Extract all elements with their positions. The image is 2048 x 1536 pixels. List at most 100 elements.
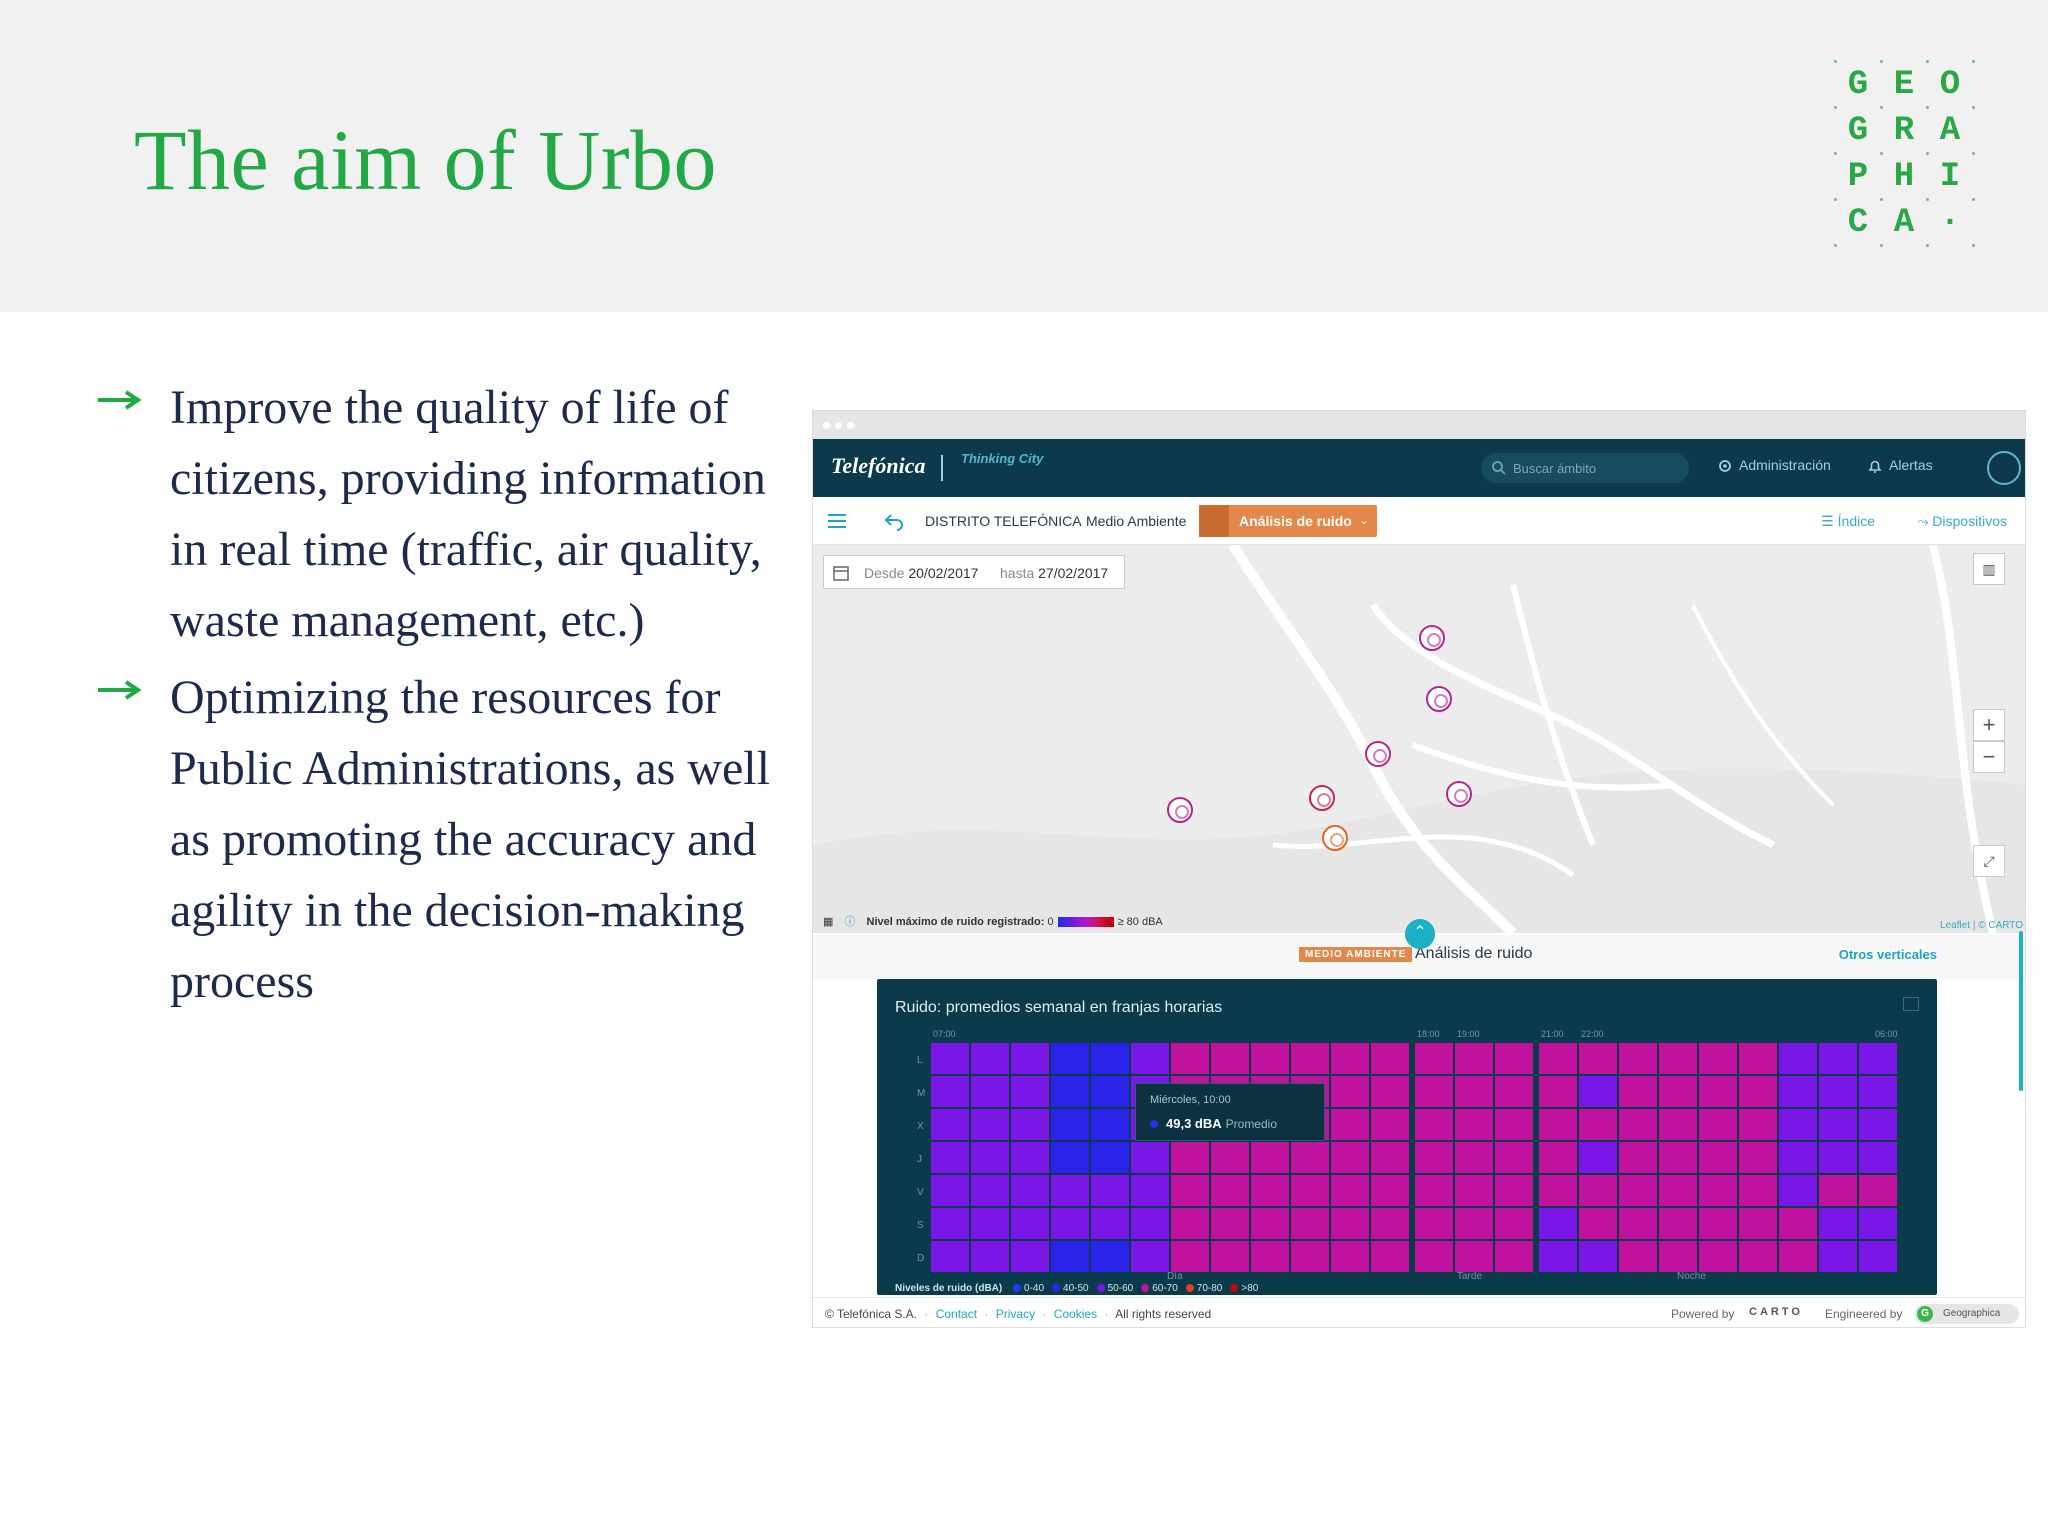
heatmap-cell[interactable] [1455,1208,1493,1239]
heatmap-cell[interactable] [1171,1241,1209,1272]
fullscreen-icon[interactable]: ⤢ [1973,845,2005,877]
telefonica-logo[interactable]: Telefónica [831,453,926,479]
heatmap-cell[interactable] [1859,1109,1897,1140]
map-attribution[interactable]: Leaflet | © CARTO [1940,920,2023,931]
heatmap-cell[interactable] [1051,1043,1089,1074]
heatmap-cell[interactable] [1699,1208,1737,1239]
heatmap-cell[interactable] [1415,1109,1453,1140]
heatmap-cell[interactable] [1091,1241,1129,1272]
heatmap-cell[interactable] [1011,1175,1049,1206]
heatmap-cell[interactable] [1579,1109,1617,1140]
heatmap-cell[interactable] [1739,1208,1777,1239]
heatmap-cell[interactable] [1779,1208,1817,1239]
heatmap-cell[interactable] [1211,1043,1249,1074]
calendar-icon[interactable]: ▦ [823,916,833,928]
date-range-filter[interactable]: Desde 20/02/2017 hasta 27/02/2017 [823,555,1125,589]
heatmap-cell[interactable] [1091,1208,1129,1239]
footer-cookies-link[interactable]: Cookies [1054,1307,1097,1321]
heatmap-cell[interactable] [1659,1076,1697,1107]
heatmap-cell[interactable] [1091,1175,1129,1206]
heatmap-cell[interactable] [1371,1043,1409,1074]
date-to[interactable]: hasta 27/02/2017 [1000,565,1108,581]
heatmap-cell[interactable] [1051,1208,1089,1239]
heatmap-cell[interactable] [1331,1109,1369,1140]
search-box[interactable] [1481,453,1689,483]
heatmap-cell[interactable] [1291,1175,1329,1206]
heatmap-cell[interactable] [1539,1175,1577,1206]
heatmap-cell[interactable] [1455,1109,1493,1140]
heatmap-cell[interactable] [1659,1241,1697,1272]
heatmap-cell[interactable] [1619,1142,1657,1173]
heatmap-cell[interactable] [1291,1142,1329,1173]
heatmap-cell[interactable] [1579,1076,1617,1107]
heatmap-cell[interactable] [1619,1109,1657,1140]
heatmap-cell[interactable] [1051,1142,1089,1173]
heatmap-cell[interactable] [1331,1208,1369,1239]
heatmap-cell[interactable] [931,1109,969,1140]
heatmap-cell[interactable] [1699,1043,1737,1074]
heatmap-cell[interactable] [1455,1175,1493,1206]
breadcrumb-category[interactable]: Medio Ambiente [1086,513,1186,529]
heatmap-cell[interactable] [1211,1142,1249,1173]
heatmap-cell[interactable] [1739,1142,1777,1173]
heatmap-cell[interactable] [1455,1142,1493,1173]
hamburger-menu-icon[interactable] [827,513,847,529]
heatmap-cell[interactable] [1579,1175,1617,1206]
heatmap-cell[interactable] [1371,1076,1409,1107]
heatmap-cell[interactable] [1051,1241,1089,1272]
heatmap-cell[interactable] [971,1175,1009,1206]
heatmap-cell[interactable] [1539,1208,1577,1239]
heatmap-cell[interactable] [1619,1208,1657,1239]
heatmap-cell[interactable] [1455,1076,1493,1107]
heatmap-cell[interactable] [1371,1241,1409,1272]
heatmap-cell[interactable] [1819,1109,1857,1140]
heatmap-cell[interactable] [1051,1175,1089,1206]
alerts-nav-item[interactable]: Alertas [1867,457,1933,474]
heatmap-cell[interactable] [931,1241,969,1272]
heatmap-cell[interactable] [1819,1175,1857,1206]
heatmap-cell[interactable] [1291,1208,1329,1239]
heatmap-cell[interactable] [1251,1175,1289,1206]
heatmap-cell[interactable] [1415,1142,1453,1173]
heatmap-cell[interactable] [1171,1142,1209,1173]
heatmap-cell[interactable] [1091,1142,1129,1173]
heatmap-cell[interactable] [1739,1076,1777,1107]
heatmap-cell[interactable] [971,1043,1009,1074]
heatmap-cell[interactable] [1331,1142,1369,1173]
heatmap-cell[interactable] [1011,1076,1049,1107]
heatmap-cell[interactable] [1171,1043,1209,1074]
sensor-marker[interactable] [1309,785,1335,811]
sensor-marker[interactable] [1322,825,1348,851]
chart-toggle-icon[interactable]: ▥ [1973,553,2005,585]
sensor-marker[interactable] [1426,686,1452,712]
heatmap-cell[interactable] [1539,1142,1577,1173]
date-from[interactable]: Desde 20/02/2017 [864,565,978,581]
heatmap-cell[interactable] [971,1109,1009,1140]
other-verticals-link[interactable]: Otros verticales [1839,947,1937,962]
info-icon[interactable]: ⓘ [844,916,855,928]
heatmap-cell[interactable] [1455,1043,1493,1074]
heatmap-cell[interactable] [971,1208,1009,1239]
heatmap-cell[interactable] [1659,1109,1697,1140]
heatmap-cell[interactable] [1011,1142,1049,1173]
heatmap-cell[interactable] [1619,1043,1657,1074]
heatmap-cell[interactable] [1859,1142,1897,1173]
back-arrow-icon[interactable] [883,511,905,531]
heatmap-cell[interactable] [931,1175,969,1206]
heatmap-cell[interactable] [1495,1241,1533,1272]
heatmap-cell[interactable] [1415,1241,1453,1272]
heatmap-cell[interactable] [1539,1076,1577,1107]
heatmap-cell[interactable] [1291,1043,1329,1074]
devices-link[interactable]: ⤳ Dispositivos [1917,513,2007,530]
heatmap-cell[interactable] [971,1241,1009,1272]
heatmap-cell[interactable] [1251,1142,1289,1173]
heatmap-cell[interactable] [971,1142,1009,1173]
heatmap-cell[interactable] [1539,1109,1577,1140]
heatmap-cell[interactable] [1495,1175,1533,1206]
heatmap-cell[interactable] [1011,1208,1049,1239]
heatmap-cell[interactable] [1659,1175,1697,1206]
heatmap-cell[interactable] [931,1076,969,1107]
heatmap-cell[interactable] [1495,1109,1533,1140]
breadcrumb-district[interactable]: DISTRITO TELEFÓNICA [925,513,1082,529]
heatmap-cell[interactable] [1779,1175,1817,1206]
